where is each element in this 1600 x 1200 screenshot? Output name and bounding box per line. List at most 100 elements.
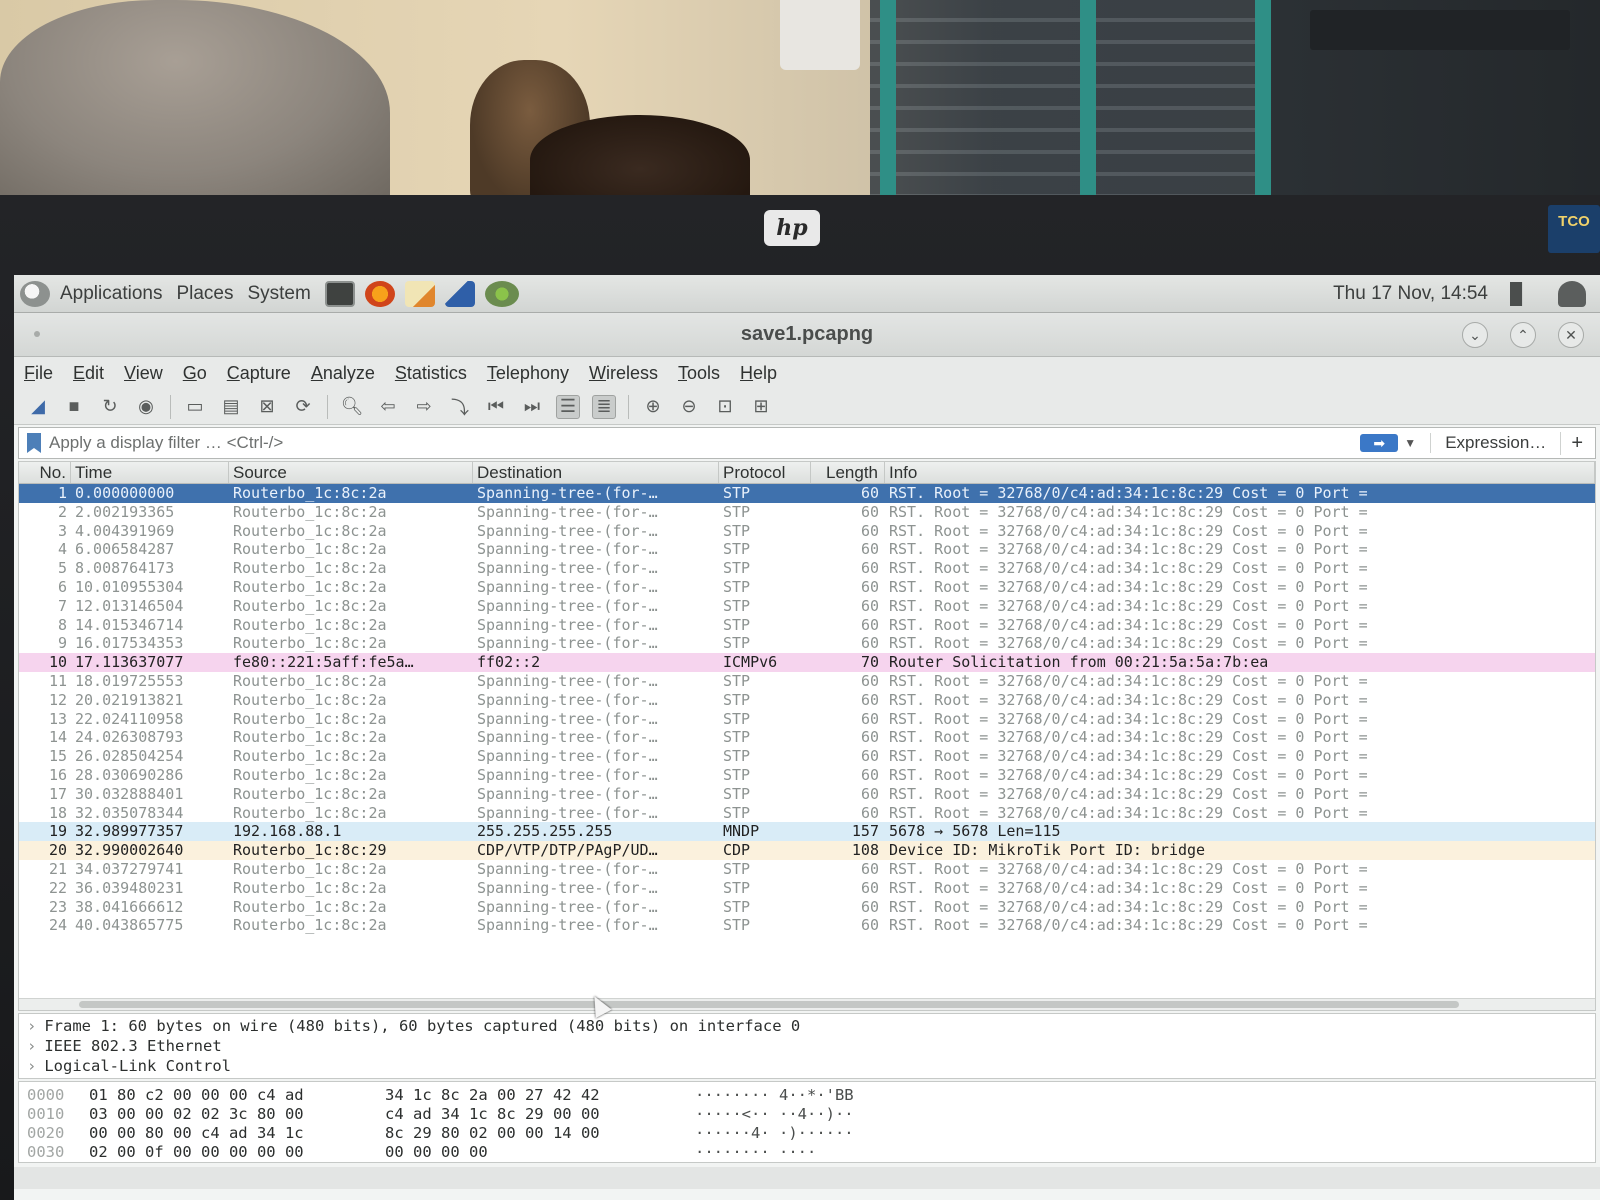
goto-icon[interactable]: ⤵ — [448, 395, 472, 419]
zoom-out-icon[interactable]: ⊖ — [677, 395, 701, 419]
add-filter-button[interactable]: + — [1560, 431, 1595, 455]
find-icon[interactable]: 🔍︎ — [340, 395, 364, 419]
table-row[interactable]: 1 0.000000000 Routerbo_1c:8c:2a Spanning-tr… — [19, 484, 1595, 503]
table-row[interactable]: 19 32.989977357 192.168.88.1 255.255.255.25… — [19, 822, 1595, 842]
restart-icon[interactable]: ↻ — [98, 395, 122, 419]
apply-filter-arrow-icon[interactable]: ➡ — [1360, 434, 1399, 452]
first-icon[interactable]: ⏮ — [484, 395, 508, 419]
table-row[interactable]: 8 14.015346714 Routerbo_1c:8c:2a Spanning-t… — [19, 615, 1595, 635]
column-header-protocol[interactable]: Protocol — [719, 462, 811, 483]
packet-bytes-pane[interactable]: 0000 01 80 c2 00 00 00 c4 ad 34 1c 8c 2a… — [18, 1081, 1596, 1163]
menu-statistics[interactable]: Statistics — [395, 363, 467, 384]
user-icon[interactable] — [1558, 280, 1586, 307]
table-row[interactable]: 16 28.030690286 Routerbo_1c:8c:2a Spanning-… — [19, 765, 1595, 785]
volume-icon[interactable] — [1510, 281, 1540, 306]
table-row[interactable]: 14 24.026308793 Routerbo_1c:8c:2a Spanning-… — [19, 728, 1595, 748]
packet-list[interactable]: No. Time Source Destination Protocol Len… — [18, 461, 1596, 1011]
expand-arrow-icon[interactable]: › — [27, 1037, 36, 1055]
panel-clock[interactable]: Thu 17 Nov, 14:54 — [1333, 283, 1488, 305]
menu-telephony[interactable]: Telephony — [487, 363, 569, 384]
menu-file[interactable]: File — [24, 363, 53, 384]
menu-edit[interactable]: Edit — [73, 363, 104, 384]
normal-size-icon[interactable]: ⊡ — [713, 395, 737, 419]
display-filter-input[interactable]: Apply a display filter … <Ctrl-/> — [49, 433, 1360, 453]
back-icon[interactable]: ⇦ — [376, 395, 400, 419]
column-header-destination[interactable]: Destination — [473, 462, 719, 483]
maximize-button[interactable]: ⌃ — [1510, 322, 1536, 348]
forward-icon[interactable]: ⇨ — [412, 395, 436, 419]
table-row[interactable]: 21 34.037279741 Routerbo_1c:8c:2a Spanning-… — [19, 859, 1595, 879]
menu-wireless[interactable]: Wireless — [589, 363, 658, 384]
panel-menu-places[interactable]: Places — [176, 283, 233, 305]
table-row[interactable]: 22 36.039480231 Routerbo_1c:8c:2a Spanning-… — [19, 878, 1595, 898]
menu-view[interactable]: View — [124, 363, 163, 384]
text-editor-launcher-icon[interactable] — [404, 280, 435, 307]
table-row[interactable]: 18 32.035078344 Routerbo_1c:8c:2a Spanning-… — [19, 803, 1595, 823]
minimize-button[interactable]: ⌄ — [1462, 322, 1488, 348]
terminal-launcher-icon[interactable] — [324, 280, 355, 307]
bytes-row[interactable]: 0020 00 00 80 00 c4 ad 34 1c 8c 29 80 02… — [19, 1124, 1595, 1143]
zoom-in-icon[interactable]: ⊕ — [641, 395, 665, 419]
bookmark-icon[interactable] — [27, 433, 41, 453]
column-header-source[interactable]: Source — [229, 462, 473, 483]
table-row[interactable]: 17 30.032888401 Routerbo_1c:8c:2a Spanning-… — [19, 784, 1595, 804]
filter-history-chevron-icon[interactable]: ▼ — [1404, 436, 1420, 450]
table-row[interactable]: 6 10.010955304 Routerbo_1c:8c:2a Spanning-t… — [19, 577, 1595, 597]
bytes-row[interactable]: 0010 03 00 00 02 02 3c 80 00 c4 ad 34 1c… — [19, 1105, 1595, 1124]
table-row[interactable]: 9 16.017534353 Routerbo_1c:8c:2a Spanning-t… — [19, 634, 1595, 654]
panel-menu-applications[interactable]: Applications — [60, 283, 162, 305]
table-row[interactable]: 10 17.113637077 fe80::221:5aff:fe5a… ff02::… — [19, 653, 1595, 672]
table-row[interactable]: 13 22.024110958 Routerbo_1c:8c:2a Spanning-… — [19, 709, 1595, 729]
table-row[interactable]: 4 6.006584287 Routerbo_1c:8c:2a Spanning-tr… — [19, 540, 1595, 560]
close-button[interactable]: ✕ — [1558, 322, 1584, 348]
horizontal-scrollbar[interactable] — [19, 998, 1595, 1010]
scrollbar-thumb[interactable] — [79, 1001, 1459, 1008]
options-icon[interactable]: ◉ — [134, 395, 158, 419]
open-icon[interactable]: ▭ — [183, 395, 207, 419]
expand-arrow-icon[interactable]: › — [27, 1057, 36, 1075]
shark-fin-icon[interactable]: ◢ — [26, 395, 50, 419]
window-titlebar[interactable]: save1.pcapng ⌄ ⌃ ✕ — [14, 313, 1600, 357]
window-menu-icon[interactable] — [34, 331, 40, 337]
column-header-time[interactable]: Time — [71, 462, 229, 483]
detail-row-llc[interactable]: › Logical-Link Control — [19, 1056, 1595, 1076]
table-row[interactable]: 15 26.028504254 Routerbo_1c:8c:2a Spanning-… — [19, 747, 1595, 766]
save-icon[interactable]: ▤ — [219, 395, 243, 419]
bytes-row[interactable]: 0000 01 80 c2 00 00 00 c4 ad 34 1c 8c 2a… — [19, 1086, 1595, 1105]
packet-details-pane[interactable]: › Frame 1: 60 bytes on wire (480 bits), 6… — [18, 1013, 1596, 1079]
last-icon[interactable]: ⏭ — [520, 395, 544, 419]
menu-go[interactable]: Go — [183, 363, 207, 384]
expression-button[interactable]: Expression… — [1430, 433, 1560, 453]
table-row[interactable]: 12 20.021913821 Routerbo_1c:8c:2a Spanning-… — [19, 690, 1595, 710]
reload-icon[interactable]: ⟳ — [291, 395, 315, 419]
resize-columns-icon[interactable]: ⊞ — [749, 395, 773, 419]
table-row[interactable]: 3 4.004391969 Routerbo_1c:8c:2a Spanning-tr… — [19, 521, 1595, 541]
wireshark-launcher-icon[interactable] — [444, 280, 475, 307]
autoscroll-icon[interactable]: ☰ — [556, 394, 580, 419]
table-row[interactable]: 11 18.019725553 Routerbo_1c:8c:2a Spanning-… — [19, 671, 1595, 691]
column-header-info[interactable]: Info — [885, 462, 1595, 483]
table-row[interactable]: 5 8.008764173 Routerbo_1c:8c:2a Spanning-tr… — [19, 559, 1595, 578]
expand-arrow-icon[interactable]: › — [27, 1017, 36, 1035]
colorize-icon[interactable]: ≣ — [592, 394, 616, 419]
firefox-launcher-icon[interactable] — [364, 280, 395, 307]
table-row[interactable]: 7 12.013146504 Routerbo_1c:8c:2a Spanning-t… — [19, 596, 1595, 616]
column-header-no[interactable]: No. — [19, 462, 71, 483]
menu-help[interactable]: Help — [740, 363, 777, 384]
table-row[interactable]: 2 2.002193365 Routerbo_1c:8c:2a Spanning-tr… — [19, 502, 1595, 522]
stop-icon[interactable]: ■ — [62, 395, 86, 419]
menu-capture[interactable]: Capture — [227, 363, 291, 384]
bytes-row[interactable]: 0030 02 00 0f 00 00 00 00 00 00 00 00 00… — [19, 1143, 1595, 1162]
network-launcher-icon[interactable] — [484, 280, 519, 307]
table-row[interactable]: 23 38.041666612 Routerbo_1c:8c:2a Spanning-… — [19, 897, 1595, 917]
panel-menu-system[interactable]: System — [247, 283, 310, 305]
column-header-length[interactable]: Length — [811, 462, 885, 483]
gnome-foot-icon[interactable] — [20, 280, 50, 307]
table-row[interactable]: 20 32.990002640 Routerbo_1c:8c:29 CDP/VTP/D… — [19, 841, 1595, 860]
table-row[interactable]: 24 40.043865775 Routerbo_1c:8c:2a Spanning-… — [19, 916, 1595, 936]
detail-row-frame[interactable]: › Frame 1: 60 bytes on wire (480 bits), 6… — [19, 1016, 1595, 1036]
close-file-icon[interactable]: ⊠ — [255, 395, 279, 419]
detail-row-ethernet[interactable]: › IEEE 802.3 Ethernet — [19, 1036, 1595, 1056]
menu-analyze[interactable]: Analyze — [311, 363, 375, 384]
menu-tools[interactable]: Tools — [678, 363, 720, 384]
